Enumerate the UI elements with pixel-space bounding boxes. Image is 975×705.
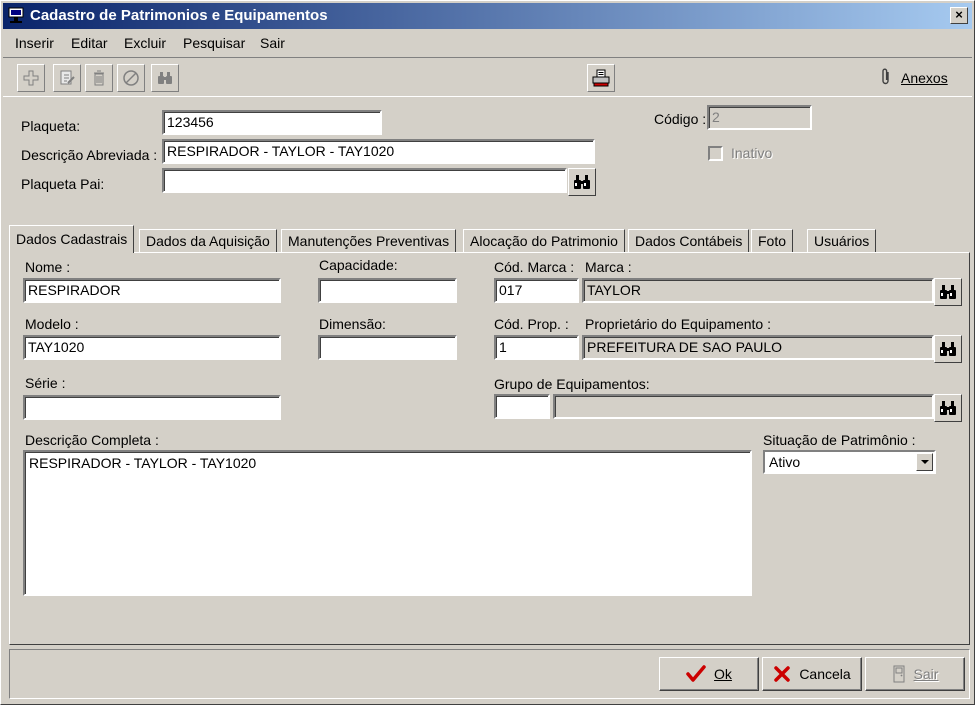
cod-prop-input[interactable]: 1 [494, 335, 579, 360]
sair-label: Sair [913, 666, 939, 682]
print-icon [592, 69, 610, 87]
binoculars-icon [940, 285, 956, 299]
door-icon [893, 665, 905, 683]
binoculars-icon [574, 175, 590, 189]
app-icon [8, 7, 24, 23]
modelo-label: Modelo : [25, 316, 79, 332]
tab-dados-contabeis[interactable]: Dados Contábeis [628, 229, 750, 253]
plaqueta-pai-label: Plaqueta Pai: [21, 176, 105, 192]
main-window: Cadastro de Patrimonios e Equipamentos ×… [0, 0, 975, 705]
x-icon [774, 666, 791, 682]
cod-marca-input[interactable]: 017 [494, 278, 579, 303]
title-bar[interactable]: Cadastro de Patrimonios e Equipamentos × [3, 3, 972, 29]
nome-input[interactable]: RESPIRADOR [23, 278, 281, 303]
edit-icon [60, 70, 75, 85]
capacidade-label: Capacidade: [319, 257, 398, 273]
cod-marca-label: Cód. Marca : [494, 259, 575, 275]
grupo-cod-input[interactable] [494, 394, 550, 419]
plaqueta-input[interactable]: 123456 [162, 110, 382, 135]
cod-prop-label: Cód. Prop. : [494, 316, 569, 332]
menu-sair[interactable]: Sair [260, 35, 285, 51]
marca-lookup-button[interactable] [934, 278, 962, 306]
inativo-label: Inativo [731, 145, 773, 161]
paperclip-icon [882, 68, 889, 85]
codigo-input[interactable]: 2 [707, 105, 812, 130]
cancel-record-button[interactable] [117, 64, 145, 92]
cancelar-button[interactable]: Cancela [762, 657, 862, 691]
tab-alocacao-patrimonio[interactable]: Alocação do Patrimonio [463, 229, 625, 253]
menu-editar[interactable]: Editar [71, 35, 108, 51]
inativo-checkbox[interactable] [708, 146, 723, 161]
situacao-label: Situação de Patrimônio : [763, 432, 916, 448]
nome-label: Nome : [25, 259, 71, 275]
plaqueta-pai-input[interactable] [162, 168, 567, 193]
tab-manutencoes-preventivas[interactable]: Manutenções Preventivas [281, 229, 457, 253]
tab-dados-aquisicao[interactable]: Dados da Aquisição [139, 229, 277, 253]
situacao-selected-value: Ativo [769, 454, 801, 470]
chevron-down-icon[interactable] [916, 453, 933, 471]
grupo-label: Grupo de Equipamentos: [494, 376, 650, 392]
toolbar: Anexos [3, 57, 972, 97]
tab-dados-cadastrais[interactable]: Dados Cadastrais [9, 225, 135, 253]
cancel-icon [123, 70, 139, 86]
dimensao-label: Dimensão: [319, 316, 386, 332]
proprietario-label: Proprietário do Equipamento : [585, 316, 771, 332]
menu-bar: Inserir Editar Excluir Pesquisar Sair [3, 31, 972, 55]
add-icon [23, 70, 39, 86]
modelo-input[interactable]: TAY1020 [23, 335, 281, 360]
descricao-completa-textarea[interactable]: RESPIRADOR - TAYLOR - TAY1020 [23, 450, 752, 596]
marca-label: Marca : [585, 259, 632, 275]
search-button[interactable] [151, 64, 179, 92]
tab-foto[interactable]: Foto [751, 229, 794, 253]
print-button[interactable] [587, 64, 615, 92]
close-button[interactable]: × [950, 7, 968, 24]
check-icon [686, 665, 706, 682]
capacidade-input[interactable] [318, 278, 457, 303]
marca-input[interactable]: TAYLOR [582, 278, 934, 303]
delete-button[interactable] [85, 64, 113, 92]
dimensao-input[interactable] [318, 335, 457, 360]
binoculars-icon [940, 401, 956, 415]
binoculars-icon [158, 72, 172, 84]
serie-input[interactable] [23, 395, 281, 420]
anexos-button[interactable]: Anexos [881, 68, 948, 86]
menu-inserir[interactable]: Inserir [15, 35, 54, 51]
plaqueta-pai-lookup-button[interactable] [568, 168, 596, 196]
menu-excluir[interactable]: Excluir [124, 35, 166, 51]
anexos-label: Anexos [901, 70, 948, 86]
sair-button[interactable]: Sair [865, 657, 965, 691]
add-button[interactable] [17, 64, 45, 92]
cancelar-label: Cancela [799, 666, 851, 682]
proprietario-lookup-button[interactable] [934, 335, 962, 363]
window-title: Cadastro de Patrimonios e Equipamentos [30, 7, 328, 24]
edit-record-button[interactable] [53, 64, 81, 92]
serie-label: Série : [25, 375, 66, 391]
situacao-select[interactable]: Ativo [763, 450, 936, 474]
grupo-desc-input[interactable] [553, 394, 934, 419]
menu-pesquisar[interactable]: Pesquisar [183, 35, 245, 51]
close-icon: × [955, 7, 963, 22]
ok-label: Ok [714, 666, 732, 682]
ok-button[interactable]: Ok [659, 657, 759, 691]
descricao-abreviada-input[interactable]: RESPIRADOR - TAYLOR - TAY1020 [162, 139, 595, 164]
grupo-lookup-button[interactable] [934, 394, 962, 422]
descricao-abreviada-label: Descrição Abreviada : [21, 147, 158, 163]
delete-icon [94, 70, 104, 86]
binoculars-icon [940, 342, 956, 356]
proprietario-input[interactable]: PREFEITURA DE SAO PAULO [582, 335, 934, 360]
descricao-completa-label: Descrição Completa : [25, 432, 159, 448]
codigo-label: Código : [654, 111, 707, 127]
plaqueta-label: Plaqueta: [21, 118, 81, 134]
tab-usuarios[interactable]: Usuários [807, 229, 877, 253]
